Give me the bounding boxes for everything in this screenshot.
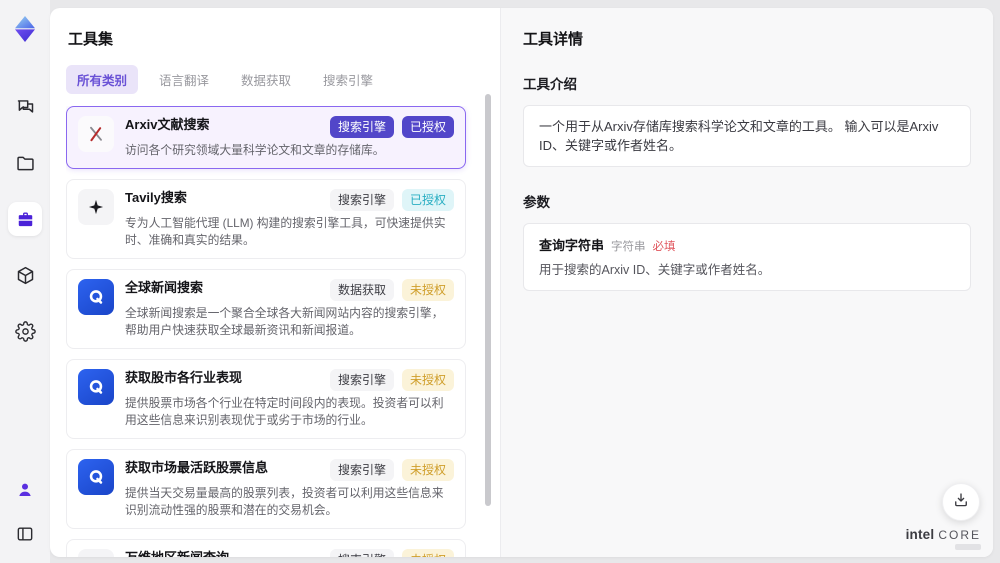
tool-description: 专为人工智能代理 (LLM) 构建的搜索引擎工具，可快速提供实时、准确和真实的结… bbox=[125, 216, 446, 247]
tool-name: 全球新闻搜索 bbox=[125, 280, 204, 295]
tools-panel: 工具集 所有类别 语言翻译 数据获取 搜索引擎 Arxiv文献搜索 搜索引擎 已… bbox=[50, 8, 500, 557]
nav-packages-button[interactable] bbox=[8, 258, 42, 292]
tab-search-engine[interactable]: 搜索引擎 bbox=[312, 65, 384, 94]
tool-category-tag: 搜索引擎 bbox=[329, 459, 394, 481]
tool-card-regional-news[interactable]: 万维地区新闻查询 搜索引擎 未授权 查询具体行政区划内的新闻，快速了解各地新闻动… bbox=[66, 539, 466, 557]
tool-category-tag: 数据获取 bbox=[329, 279, 394, 301]
params-heading: 参数 bbox=[523, 195, 550, 210]
param-type: 字符串 bbox=[611, 241, 646, 253]
tool-card-most-active-stocks[interactable]: 获取市场最活跃股票信息 搜索引擎 未授权 提供当天交易量最高的股票列表，投资者可… bbox=[66, 449, 466, 529]
tool-category-tag: 搜索引擎 bbox=[329, 116, 394, 138]
tool-name: Arxiv文献搜索 bbox=[125, 117, 210, 132]
tavily-star-icon bbox=[78, 189, 114, 225]
intro-heading: 工具介绍 bbox=[523, 77, 577, 92]
download-button[interactable] bbox=[942, 483, 980, 521]
tool-auth-badge: 未授权 bbox=[401, 279, 454, 301]
tool-category-tag: 搜索引擎 bbox=[329, 549, 394, 557]
download-icon bbox=[952, 491, 970, 514]
panel-toggle-icon bbox=[15, 524, 35, 544]
nav-tools-button[interactable] bbox=[8, 202, 42, 236]
tool-auth-badge: 未授权 bbox=[401, 549, 454, 557]
tool-auth-badge: 已授权 bbox=[401, 116, 454, 138]
app-sidebar bbox=[0, 0, 50, 563]
tool-auth-badge: 未授权 bbox=[401, 369, 454, 391]
category-tabs: 所有类别 语言翻译 数据获取 搜索引擎 bbox=[66, 63, 484, 106]
tool-name: 万维地区新闻查询 bbox=[125, 549, 229, 557]
quark-q-icon bbox=[78, 369, 114, 405]
intro-card: 一个用于从Arxiv存储库搜索科学论文和文章的工具。 输入可以是Arxiv ID… bbox=[523, 105, 971, 167]
tool-card-global-news[interactable]: 全球新闻搜索 数据获取 未授权 全球新闻搜索是一个聚合全球各大新闻网站内容的搜索… bbox=[66, 269, 466, 349]
user-icon bbox=[15, 480, 35, 500]
tool-description: 提供当天交易量最高的股票列表，投资者可以利用这些信息来识别流动性强的股票和潜在的… bbox=[125, 486, 444, 517]
tool-auth-badge: 未授权 bbox=[401, 459, 454, 481]
tools-panel-title: 工具集 bbox=[68, 31, 114, 48]
details-title: 工具详情 bbox=[523, 31, 584, 48]
tool-description: 访问各个研究领域大量科学论文和文章的存储库。 bbox=[125, 143, 385, 157]
folder-icon bbox=[15, 153, 36, 174]
tool-description: 全球新闻搜索是一个聚合全球各大新闻网站内容的搜索引擎，帮助用户快速获取全球最新资… bbox=[125, 306, 444, 337]
param-card: 查询字符串 字符串 必填 用于搜索的Arxiv ID、关键字或作者姓名。 bbox=[523, 223, 971, 291]
param-required-label: 必填 bbox=[652, 241, 676, 253]
core-wordmark: CORE bbox=[938, 528, 981, 542]
nav-settings-button[interactable] bbox=[8, 314, 42, 348]
panel-toggle-button[interactable] bbox=[8, 517, 42, 551]
tab-language-translation[interactable]: 语言翻译 bbox=[148, 65, 220, 94]
tool-name: 获取市场最活跃股票信息 bbox=[125, 460, 269, 475]
tool-category-tag: 搜索引擎 bbox=[329, 189, 394, 211]
chat-icon bbox=[15, 97, 36, 118]
quark-q-icon bbox=[78, 279, 114, 315]
newspaper-icon bbox=[78, 549, 114, 557]
nav-files-button[interactable] bbox=[8, 146, 42, 180]
tool-list: Arxiv文献搜索 搜索引擎 已授权 访问各个研究领域大量科学论文和文章的存储库… bbox=[66, 106, 484, 557]
tool-card-sector-performance[interactable]: 获取股市各行业表现 搜索引擎 未授权 提供股票市场各个行业在特定时间段内的表现。… bbox=[66, 359, 466, 439]
arxiv-logo-icon bbox=[78, 116, 114, 152]
intel-wordmark: intel bbox=[905, 527, 935, 542]
main-window: 工具集 所有类别 语言翻译 数据获取 搜索引擎 Arxiv文献搜索 搜索引擎 已… bbox=[50, 8, 993, 557]
cube-icon bbox=[15, 265, 36, 286]
scrollbar-thumb[interactable] bbox=[485, 94, 491, 506]
param-description: 用于搜索的Arxiv ID、关键字或作者姓名。 bbox=[539, 263, 771, 277]
tool-card-arxiv[interactable]: Arxiv文献搜索 搜索引擎 已授权 访问各个研究领域大量科学论文和文章的存储库… bbox=[66, 106, 466, 169]
tool-name: Tavily搜索 bbox=[125, 190, 187, 205]
param-name: 查询字符串 bbox=[539, 238, 605, 253]
quark-q-icon bbox=[78, 459, 114, 495]
tool-card-tavily[interactable]: Tavily搜索 搜索引擎 已授权 专为人工智能代理 (LLM) 构建的搜索引擎… bbox=[66, 179, 466, 259]
tool-details-panel: 工具详情 工具介绍 一个用于从Arxiv存储库搜索科学论文和文章的工具。 输入可… bbox=[500, 8, 993, 557]
tool-category-tag: 搜索引擎 bbox=[329, 369, 394, 391]
intel-core-logo: intel CORE bbox=[906, 527, 981, 550]
intel-ultra-badge bbox=[955, 544, 981, 550]
tool-name: 获取股市各行业表现 bbox=[125, 370, 243, 385]
intro-text: 一个用于从Arxiv存储库搜索科学论文和文章的工具。 输入可以是Arxiv ID… bbox=[539, 119, 939, 153]
user-account-button[interactable] bbox=[8, 473, 42, 507]
gear-icon bbox=[14, 320, 36, 342]
app-logo bbox=[10, 14, 40, 44]
tool-description: 提供股票市场各个行业在特定时间段内的表现。投资者可以利用这些信息来识别表现优于或… bbox=[125, 396, 444, 427]
briefcase-icon bbox=[15, 209, 36, 230]
nav-chat-button[interactable] bbox=[8, 90, 42, 124]
tab-data-fetch[interactable]: 数据获取 bbox=[230, 65, 302, 94]
tool-auth-badge: 已授权 bbox=[401, 189, 454, 211]
tab-all-categories[interactable]: 所有类别 bbox=[66, 65, 139, 94]
